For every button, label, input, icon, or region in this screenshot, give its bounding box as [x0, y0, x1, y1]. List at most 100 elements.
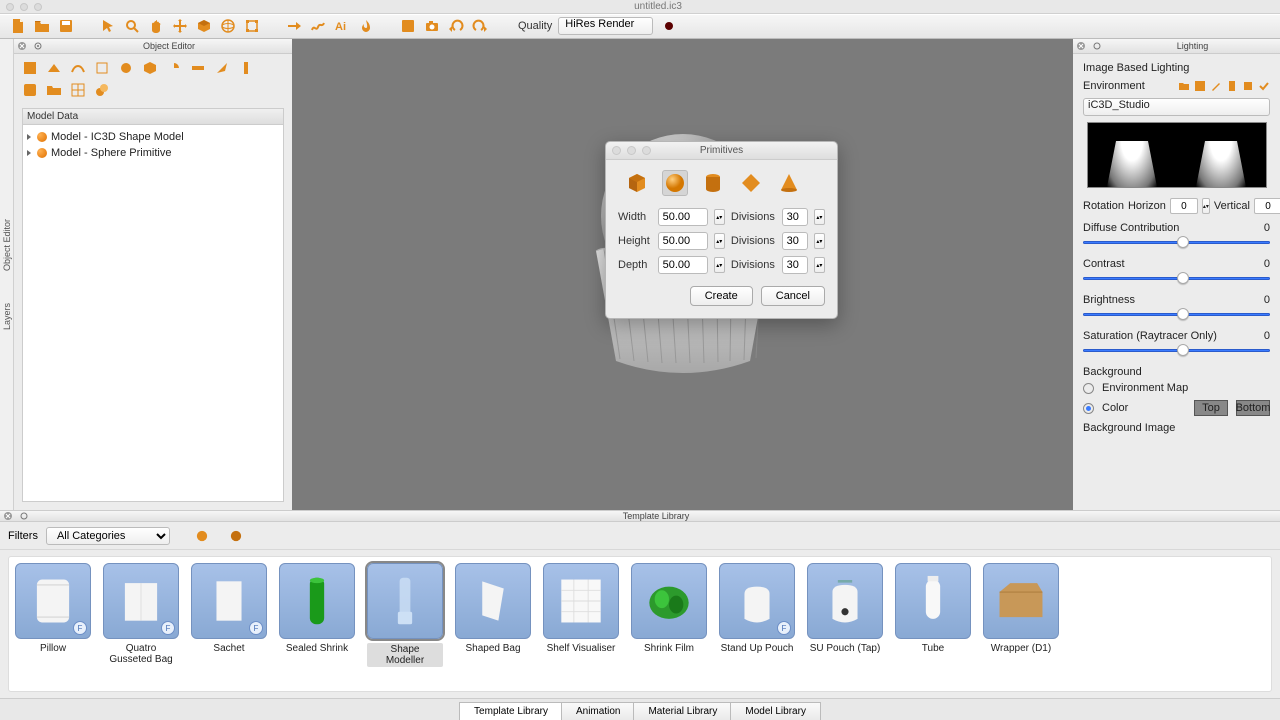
divisions-3-stepper[interactable]: ▴▾	[814, 257, 825, 273]
panel-close-icon[interactable]	[2, 510, 14, 522]
tab-material-library[interactable]: Material Library	[633, 702, 732, 720]
tree-row[interactable]: Model - Sphere Primitive	[27, 145, 279, 161]
open-folder-icon[interactable]	[32, 16, 52, 36]
arrow-right-icon[interactable]	[284, 16, 304, 36]
render-icon[interactable]	[398, 16, 418, 36]
move-icon[interactable]	[170, 16, 190, 36]
quality-select[interactable]: HiRes Render	[558, 17, 653, 35]
create-button[interactable]: Create	[690, 286, 753, 306]
primitive-cone-icon[interactable]	[776, 170, 802, 196]
primitive-cylinder-icon[interactable]	[700, 170, 726, 196]
viewport-3d[interactable]: Primitives Width ▴▾ Divisions ▴▾	[292, 39, 1073, 510]
library-thumbnail[interactable]	[367, 563, 443, 639]
obj-tool-6-icon[interactable]	[142, 60, 158, 76]
undo-icon[interactable]	[446, 16, 466, 36]
depth-input[interactable]	[658, 256, 708, 274]
divisions-1-stepper[interactable]: ▴▾	[814, 209, 825, 225]
library-thumbnail[interactable]	[983, 563, 1059, 639]
brightness-slider[interactable]	[1083, 308, 1270, 322]
cube-tool-icon[interactable]	[194, 16, 214, 36]
new-file-icon[interactable]	[8, 16, 28, 36]
env-folder-icon[interactable]	[1178, 80, 1190, 92]
tree-row[interactable]: Model - IC3D Shape Model	[27, 129, 279, 145]
obj-tool-4-icon[interactable]	[94, 60, 110, 76]
tab-template-library[interactable]: Template Library	[459, 702, 563, 720]
tab-model-library[interactable]: Model Library	[730, 702, 821, 720]
panel-gear-icon[interactable]	[32, 40, 44, 52]
obj-tool-14-icon[interactable]	[94, 82, 110, 98]
library-item[interactable]: F Pillow	[15, 563, 91, 685]
library-thumbnail[interactable]	[543, 563, 619, 639]
pan-icon[interactable]	[146, 16, 166, 36]
library-item[interactable]: Sealed Shrink	[279, 563, 355, 685]
library-item[interactable]: F Sachet	[191, 563, 267, 685]
library-thumbnail[interactable]: F	[103, 563, 179, 639]
saturation-slider[interactable]	[1083, 344, 1270, 358]
library-thumbnail[interactable]: F	[191, 563, 267, 639]
environment-thumbnail[interactable]	[1087, 122, 1267, 188]
height-stepper[interactable]: ▴▾	[714, 233, 725, 249]
save-icon[interactable]	[56, 16, 76, 36]
depth-stepper[interactable]: ▴▾	[714, 257, 725, 273]
env-check-icon[interactable]	[1258, 80, 1270, 92]
library-item[interactable]: SU Pouch (Tap)	[807, 563, 883, 685]
flame-icon[interactable]	[356, 16, 376, 36]
width-input[interactable]	[658, 208, 708, 226]
redo-icon[interactable]	[470, 16, 490, 36]
env-action1-icon[interactable]	[1226, 80, 1238, 92]
pointer-icon[interactable]	[98, 16, 118, 36]
library-item[interactable]: Shape Modeller	[367, 563, 443, 685]
primitive-diamond-icon[interactable]	[738, 170, 764, 196]
library-item[interactable]: Shelf Visualiser	[543, 563, 619, 685]
color-radio[interactable]	[1083, 403, 1094, 414]
library-thumbnail[interactable]	[631, 563, 707, 639]
library-item[interactable]: F Stand Up Pouch	[719, 563, 795, 685]
library-item[interactable]: Tube	[895, 563, 971, 685]
obj-tool-9-icon[interactable]	[214, 60, 230, 76]
environment-select[interactable]: iC3D_Studio	[1083, 98, 1270, 116]
disclosure-icon[interactable]	[27, 134, 31, 140]
horizon-input[interactable]	[1170, 198, 1198, 214]
tab-object-editor[interactable]: Object Editor	[2, 213, 12, 277]
zoom-icon[interactable]	[122, 16, 142, 36]
env-action2-icon[interactable]	[1242, 80, 1254, 92]
bottom-color-button[interactable]: Bottom	[1236, 400, 1270, 416]
primitive-cube-icon[interactable]	[624, 170, 650, 196]
primitive-sphere-icon[interactable]	[662, 170, 688, 196]
library-thumbnail[interactable]	[807, 563, 883, 639]
library-thumbnail[interactable]: F	[15, 563, 91, 639]
divisions-1-input[interactable]	[782, 208, 808, 226]
obj-tool-7-icon[interactable]	[166, 60, 182, 76]
obj-tool-10-icon[interactable]	[238, 60, 254, 76]
divisions-2-input[interactable]	[782, 232, 808, 250]
library-item[interactable]: F Quatro Gusseted Bag	[103, 563, 179, 685]
window-traffic-lights[interactable]	[6, 3, 42, 11]
contrast-slider[interactable]	[1083, 272, 1270, 286]
env-save-icon[interactable]	[1194, 80, 1206, 92]
library-thumbnail[interactable]	[895, 563, 971, 639]
disclosure-icon[interactable]	[27, 150, 31, 156]
obj-tool-2-icon[interactable]	[46, 60, 62, 76]
env-edit-icon[interactable]	[1210, 80, 1222, 92]
tab-layers[interactable]: Layers	[2, 297, 12, 336]
filter-fire-2-icon[interactable]	[230, 530, 242, 542]
height-input[interactable]	[658, 232, 708, 250]
obj-tool-5-icon[interactable]	[118, 60, 134, 76]
library-item[interactable]: Shrink Film	[631, 563, 707, 685]
envmap-radio[interactable]	[1083, 383, 1094, 394]
bounds-icon[interactable]	[242, 16, 262, 36]
vertical-input[interactable]	[1254, 198, 1280, 214]
library-thumbnail[interactable]	[455, 563, 531, 639]
panel-close-icon[interactable]	[1075, 40, 1087, 52]
obj-tool-3-icon[interactable]	[70, 60, 86, 76]
panel-gear-icon[interactable]	[1091, 40, 1103, 52]
filter-fire-1-icon[interactable]	[196, 530, 208, 542]
cancel-button[interactable]: Cancel	[761, 286, 825, 306]
library-thumbnail[interactable]	[279, 563, 355, 639]
top-color-button[interactable]: Top	[1194, 400, 1228, 416]
panel-gear-icon[interactable]	[18, 510, 30, 522]
library-thumbnail[interactable]: F	[719, 563, 795, 639]
obj-tool-11-icon[interactable]	[22, 82, 38, 98]
obj-tool-13-icon[interactable]	[70, 82, 86, 98]
globe-icon[interactable]	[218, 16, 238, 36]
